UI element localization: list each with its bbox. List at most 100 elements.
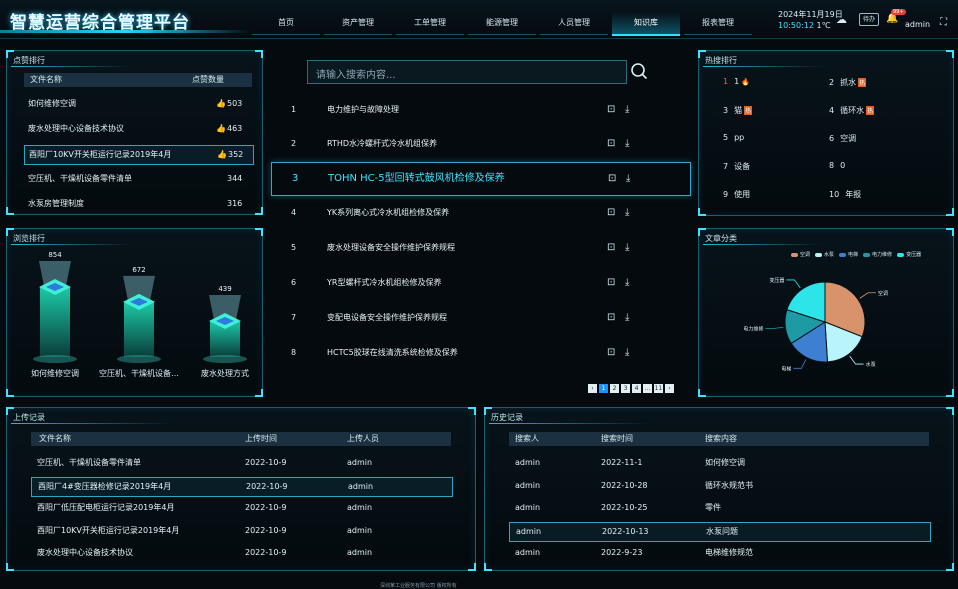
- uploader: admin: [347, 548, 373, 557]
- knowledge-item[interactable]: 1 电力维护与故障处理 ⊡ ⤓: [271, 94, 689, 126]
- hot-search-item[interactable]: 10 年报: [829, 189, 861, 200]
- page-button[interactable]: 4: [632, 384, 641, 393]
- todo-button[interactable]: 待办: [859, 13, 879, 26]
- knowledge-item[interactable]: 5 废水处理设备安全操作维护保养规程 ⊡ ⤓: [271, 232, 689, 264]
- file-name: 酉阳厂10KV开关柜运行记录2019年4月: [37, 525, 180, 535]
- history-row[interactable]: admin 2022-10-13 水泵问题: [509, 521, 931, 542]
- upload-row[interactable]: 酉阳厂10KV开关柜运行记录2019年4月 2022-10-9 admin: [31, 522, 451, 540]
- download-icon[interactable]: ⤓: [625, 197, 629, 229]
- page-button[interactable]: 1: [599, 384, 608, 393]
- file-name: 酉阳厂低压配电柜运行记录2019年4月: [37, 503, 175, 512]
- hot-search-title: 热搜排行: [705, 56, 737, 65]
- history-row[interactable]: admin 2022-10-28 循环水规范书: [509, 477, 929, 495]
- nav-item-1[interactable]: 资产管理: [324, 12, 392, 35]
- view-rank-bar[interactable]: [203, 295, 247, 363]
- search-icon[interactable]: [628, 60, 650, 82]
- panel-corner: [255, 389, 263, 397]
- item-title: 变配电设备安全操作维护保养规程: [327, 313, 447, 322]
- nav-item-2[interactable]: 工单管理: [396, 12, 464, 35]
- preview-icon[interactable]: ⊡: [607, 128, 615, 160]
- view-rank-bar[interactable]: [33, 261, 77, 363]
- download-icon[interactable]: ⤓: [625, 337, 629, 369]
- page-button[interactable]: …: [643, 384, 652, 393]
- hot-search-item[interactable]: 3猫热: [723, 105, 753, 116]
- knowledge-item[interactable]: 4 YK系列离心式冷水机组检修及保养 ⊡ ⤓: [271, 197, 689, 229]
- page-button[interactable]: 11: [654, 384, 663, 393]
- download-icon[interactable]: ⤓: [625, 232, 629, 264]
- knowledge-item[interactable]: 8 HCTC5胶球在线清洗系统检修及保养 ⊡ ⤓: [271, 337, 689, 369]
- col-uploader: 上传人员: [347, 434, 379, 443]
- temperature: 1℃: [816, 21, 831, 30]
- preview-icon[interactable]: ⊡: [607, 267, 615, 299]
- knowledge-item[interactable]: 6 YR型螺杆式冷水机组检修及保养 ⊡ ⤓: [271, 267, 689, 299]
- time-text: 10:50:12: [778, 21, 814, 30]
- col-like-count: 点赞数量: [192, 75, 224, 84]
- hot-rank: 5: [723, 133, 729, 142]
- search-input[interactable]: 请输入搜索内容...: [307, 60, 627, 84]
- like-rank-row[interactable]: 水泵房管理制度 316: [24, 195, 252, 213]
- fullscreen-icon[interactable]: ⛶: [940, 17, 947, 28]
- hot-rank: 2: [829, 78, 835, 87]
- search-time: 2022-10-13: [602, 526, 649, 536]
- nav-item-5[interactable]: 知识库: [612, 12, 680, 36]
- download-icon[interactable]: ⤓: [625, 128, 629, 160]
- nav-item-0[interactable]: 首页: [252, 12, 320, 35]
- upload-time: 2022-10-9: [245, 548, 287, 557]
- item-title: TOHN HC-5型回转式鼓风机检修及保养: [328, 173, 505, 184]
- pie-slice-label: 电梯: [781, 365, 791, 372]
- hot-word: 抓水: [840, 78, 857, 87]
- nav-item-3[interactable]: 能源管理: [468, 12, 536, 35]
- preview-icon[interactable]: ⊡: [607, 232, 615, 264]
- item-title: YK系列离心式冷水机组检修及保养: [327, 208, 450, 217]
- upload-row[interactable]: 空压机、干燥机设备零件清单 2022-10-9 admin: [31, 454, 451, 472]
- history-row[interactable]: admin 2022-11-1 如何修空调: [509, 454, 929, 472]
- hot-word: 设备: [734, 162, 751, 171]
- item-title: HCTC5胶球在线清洗系统检修及保养: [327, 348, 458, 357]
- history-row[interactable]: admin 2022-10-25 零件: [509, 499, 929, 517]
- hot-search-item[interactable]: 6 空调: [829, 133, 856, 144]
- download-icon[interactable]: ⤓: [626, 163, 630, 195]
- hot-tag: 热: [866, 106, 875, 115]
- file-name: 空压机、干燥机设备零件清单: [37, 458, 141, 467]
- hot-rank: 6: [829, 134, 835, 143]
- download-icon[interactable]: ⤓: [625, 267, 629, 299]
- like-rank-row[interactable]: 空压机、干燥机设备零件清单 344: [24, 170, 252, 188]
- upload-row[interactable]: 废水处理中心设备技术协议 2022-10-9 admin: [31, 544, 451, 562]
- page-button[interactable]: 2: [610, 384, 619, 393]
- preview-icon[interactable]: ⊡: [607, 302, 615, 334]
- upload-row[interactable]: 酉阳厂低压配电柜运行记录2019年4月 2022-10-9 admin: [31, 499, 451, 517]
- view-rank-bar[interactable]: [117, 275, 161, 363]
- like-rank-row[interactable]: 废水处理中心设备技术协议 👍 463: [24, 120, 252, 138]
- preview-icon[interactable]: ⊡: [607, 94, 615, 126]
- hot-search-item[interactable]: 7 设备: [723, 161, 750, 172]
- hot-search-item[interactable]: 5 pp: [723, 133, 744, 142]
- nav-item-6[interactable]: 报表管理: [684, 12, 752, 35]
- hot-search-item[interactable]: 80: [829, 161, 845, 170]
- page-button[interactable]: 3: [621, 384, 630, 393]
- user-name[interactable]: admin: [905, 20, 930, 29]
- upload-row[interactable]: 酉阳厂4#变压器检修记录2019年4月 2022-10-9 admin: [31, 476, 453, 497]
- like-rank-row[interactable]: 酉阳厂10KV开关柜运行记录2019年4月 👍 352: [24, 145, 254, 165]
- view-rank-label: 废水处理方式: [201, 369, 249, 378]
- knowledge-item[interactable]: 3 TOHN HC-5型回转式鼓风机检修及保养 ⊡ ⤓: [271, 162, 691, 196]
- col-searcher: 搜索人: [515, 434, 539, 443]
- page-button[interactable]: ‹: [588, 384, 597, 393]
- hot-search-item[interactable]: 4 循环水热: [829, 105, 875, 116]
- preview-icon[interactable]: ⊡: [607, 337, 615, 369]
- col-search-time: 搜索时间: [601, 434, 633, 443]
- hot-search-item[interactable]: 2 抓水热: [829, 77, 867, 88]
- like-rank-row[interactable]: 如何维修空调 👍 503: [24, 95, 252, 113]
- knowledge-item[interactable]: 7 变配电设备安全操作维护保养规程 ⊡ ⤓: [271, 302, 689, 334]
- preview-icon[interactable]: ⊡: [607, 197, 615, 229]
- uploader: admin: [347, 503, 373, 512]
- preview-icon[interactable]: ⊡: [608, 163, 616, 195]
- hot-search-item[interactable]: 9 使用: [723, 189, 750, 200]
- nav-item-4[interactable]: 人员管理: [540, 12, 608, 35]
- page-button[interactable]: ›: [665, 384, 674, 393]
- knowledge-item[interactable]: 2 RTHD水冷螺杆式冷水机组保养 ⊡ ⤓: [271, 128, 689, 160]
- download-icon[interactable]: ⤓: [625, 302, 629, 334]
- hot-search-item[interactable]: 1 1 🔥: [723, 77, 750, 86]
- panel-corner: [468, 407, 476, 415]
- history-row[interactable]: admin 2022-9-23 电梯维修规范: [509, 544, 929, 562]
- download-icon[interactable]: ⤓: [625, 94, 629, 126]
